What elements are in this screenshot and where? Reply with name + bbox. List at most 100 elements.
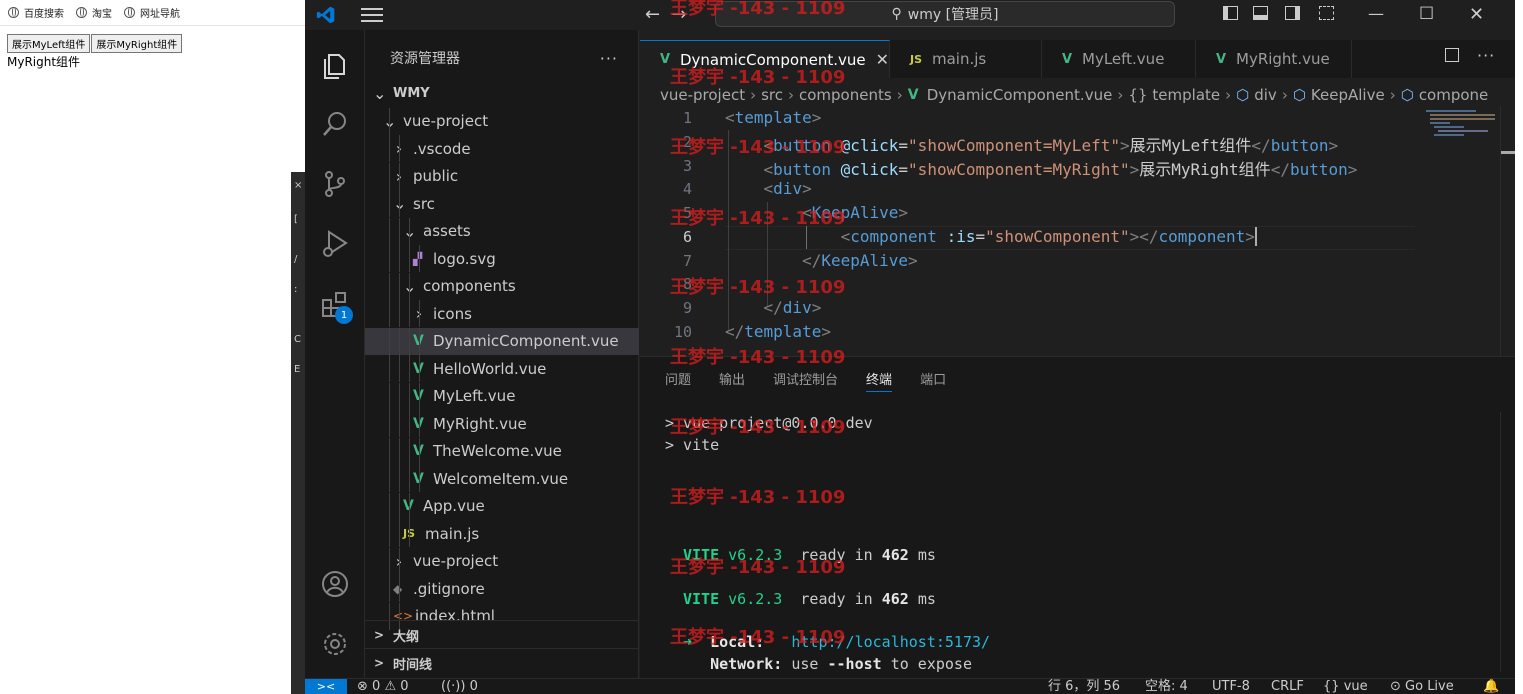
close-window-icon[interactable]: ✕ <box>1469 4 1484 25</box>
indentation-status[interactable]: 空格: 4 <box>1145 679 1188 694</box>
tree-item-label: WelcomeItem.vue <box>433 469 569 488</box>
timeline-section[interactable]: > 时间线 <box>365 648 639 677</box>
crumb-template[interactable]: template <box>1152 86 1220 104</box>
remote-indicator-icon[interactable]: >< <box>305 679 347 694</box>
accounts-icon[interactable] <box>319 568 351 600</box>
bell-icon[interactable]: 🔔 <box>1483 679 1499 694</box>
tree-item[interactable]: V WelcomeItem.vue <box>365 465 639 492</box>
tree-item[interactable]: ⌄ vue-project <box>365 107 639 135</box>
toggle-sidebar-icon[interactable] <box>1223 6 1238 20</box>
line-number: 9 <box>682 299 692 317</box>
toggle-panel-icon[interactable] <box>1253 6 1268 20</box>
tab-myright[interactable]: V MyRight.vue <box>1196 40 1352 78</box>
gear-icon[interactable] <box>319 628 351 660</box>
editor-tabs: V DynamicComponent.vue ✕ JS main.js V My… <box>640 40 1515 78</box>
crumb-file[interactable]: DynamicComponent.vue <box>927 86 1113 104</box>
tree-item[interactable]: › vue-project <box>365 547 639 575</box>
back-arrow-icon[interactable]: ← <box>645 4 660 25</box>
show-myright-button[interactable]: 展示MyRight组件 <box>91 34 183 53</box>
crumb-components[interactable]: components <box>799 86 892 104</box>
bookmark-baidu[interactable]: 百度搜索 <box>8 5 64 20</box>
vue-file-icon: V <box>660 52 671 67</box>
tree-indent-guide <box>409 382 410 410</box>
line-number: 3 <box>682 157 692 175</box>
tree-item[interactable]: ⌄ components <box>365 272 639 300</box>
outline-section[interactable]: > 大纲 <box>365 620 639 649</box>
go-live-status[interactable]: ⊙ Go Live <box>1390 679 1454 694</box>
crumb-src[interactable]: src <box>761 86 783 104</box>
tree-item[interactable]: ◆ .gitignore <box>365 575 639 602</box>
tree-indent-guide <box>419 300 420 327</box>
tab-dynamiccomponent[interactable]: V DynamicComponent.vue ✕ <box>640 40 890 78</box>
menu-icon[interactable] <box>361 8 383 22</box>
tree-indent-guide <box>389 575 390 602</box>
tab-output[interactable]: 输出 <box>719 369 745 392</box>
eol-status[interactable]: CRLF <box>1271 679 1304 694</box>
tab-problems[interactable]: 问题 <box>665 369 691 392</box>
crumb-keepalive[interactable]: KeepAlive <box>1311 86 1385 104</box>
tree-item[interactable]: JS main.js <box>365 520 639 547</box>
tree-item-label: TheWelcome.vue <box>433 442 562 460</box>
terminal-line: VITE v6.2.3 ready in 462 ms <box>683 546 936 564</box>
tree-indent-guide <box>399 245 400 272</box>
tree-indent-guide <box>419 355 420 382</box>
source-control-icon[interactable] <box>319 168 351 200</box>
tab-myleft[interactable]: V MyLeft.vue <box>1042 40 1196 78</box>
split-editor-icon[interactable] <box>1445 48 1459 62</box>
tab-terminal[interactable]: 终端 <box>866 369 893 392</box>
language-status[interactable]: {} vue <box>1323 679 1368 694</box>
tree-item[interactable]: › public <box>365 162 639 190</box>
tree-indent-guide <box>399 355 400 382</box>
cube-icon: ⬡ <box>1400 86 1414 104</box>
tree-item[interactable]: V App.vue <box>365 492 639 520</box>
customize-layout-icon[interactable] <box>1319 6 1334 20</box>
tree-item[interactable]: V MyRight.vue <box>365 410 639 437</box>
problems-status[interactable]: ⊗ 0 ⚠ 0 <box>357 679 409 694</box>
bookmark-nav[interactable]: 网址导航 <box>124 5 180 20</box>
tree-indent-guide <box>419 410 420 437</box>
forward-arrow-icon[interactable]: → <box>672 4 687 25</box>
tree-item[interactable]: ▞ logo.svg <box>365 245 639 272</box>
explorer-icon[interactable] <box>319 50 351 82</box>
tree-item[interactable]: ⌄ WMY <box>365 80 639 107</box>
line-number: 8 <box>682 275 692 293</box>
tree-item[interactable]: V MyLeft.vue <box>365 382 639 410</box>
tree-item[interactable]: V TheWelcome.vue <box>365 437 639 465</box>
search-icon[interactable] <box>319 108 351 140</box>
command-center-search[interactable]: ⚲ wmy [管理员] <box>715 1 1175 27</box>
tree-item-label: App.vue <box>423 497 485 515</box>
editor-scrollbar[interactable] <box>1500 106 1515 356</box>
js-file-icon: JS <box>910 52 923 66</box>
local-url-link[interactable]: http://localhost:5173/ <box>791 633 990 651</box>
minimize-icon[interactable]: — <box>1368 4 1384 23</box>
code-editor[interactable]: 1 2 3 4 5 6 7 8 9 10 <template> <button @click="s… <box>640 106 1500 356</box>
more-actions-icon[interactable]: ··· <box>600 49 618 68</box>
ports-status[interactable]: ((·)) 0 <box>441 679 478 694</box>
close-tab-icon[interactable]: ✕ <box>876 50 889 69</box>
cursor-position[interactable]: 行 6，列 56 <box>1048 679 1120 694</box>
crumb-vue-project[interactable]: vue-project <box>660 86 745 104</box>
encoding-status[interactable]: UTF-8 <box>1212 679 1250 694</box>
tree-item[interactable]: ⌄ src <box>365 190 639 217</box>
show-myleft-button[interactable]: 展示MyLeft组件 <box>7 34 91 53</box>
tree-item[interactable]: V DynamicComponent.vue <box>365 327 639 355</box>
tree-item[interactable]: V HelloWorld.vue <box>365 355 639 382</box>
run-debug-icon[interactable] <box>319 228 351 260</box>
crumb-component[interactable]: compone <box>1419 86 1488 104</box>
maximize-icon[interactable]: ☐ <box>1419 4 1434 24</box>
tab-ports[interactable]: 端口 <box>920 369 946 392</box>
minimap[interactable] <box>1420 106 1500 356</box>
tree-item[interactable]: ⌄ assets <box>365 217 639 245</box>
editor-more-icon[interactable]: ··· <box>1477 46 1495 65</box>
bookmark-taobao[interactable]: 淘宝 <box>76 5 112 20</box>
code-line-4: <div> <box>763 179 812 198</box>
tab-main-js[interactable]: JS main.js <box>890 40 1042 78</box>
tree-item[interactable]: › .vscode <box>365 135 639 162</box>
vue-file-icon: V <box>1062 51 1073 67</box>
terminal-scrollbar[interactable] <box>1500 412 1515 672</box>
tab-debug-console[interactable]: 调试控制台 <box>773 369 838 392</box>
tree-item[interactable]: › icons <box>365 300 639 327</box>
toggle-secondary-sidebar-icon[interactable] <box>1285 6 1300 20</box>
tree-indent-guide <box>399 162 400 190</box>
crumb-div[interactable]: div <box>1254 86 1277 104</box>
